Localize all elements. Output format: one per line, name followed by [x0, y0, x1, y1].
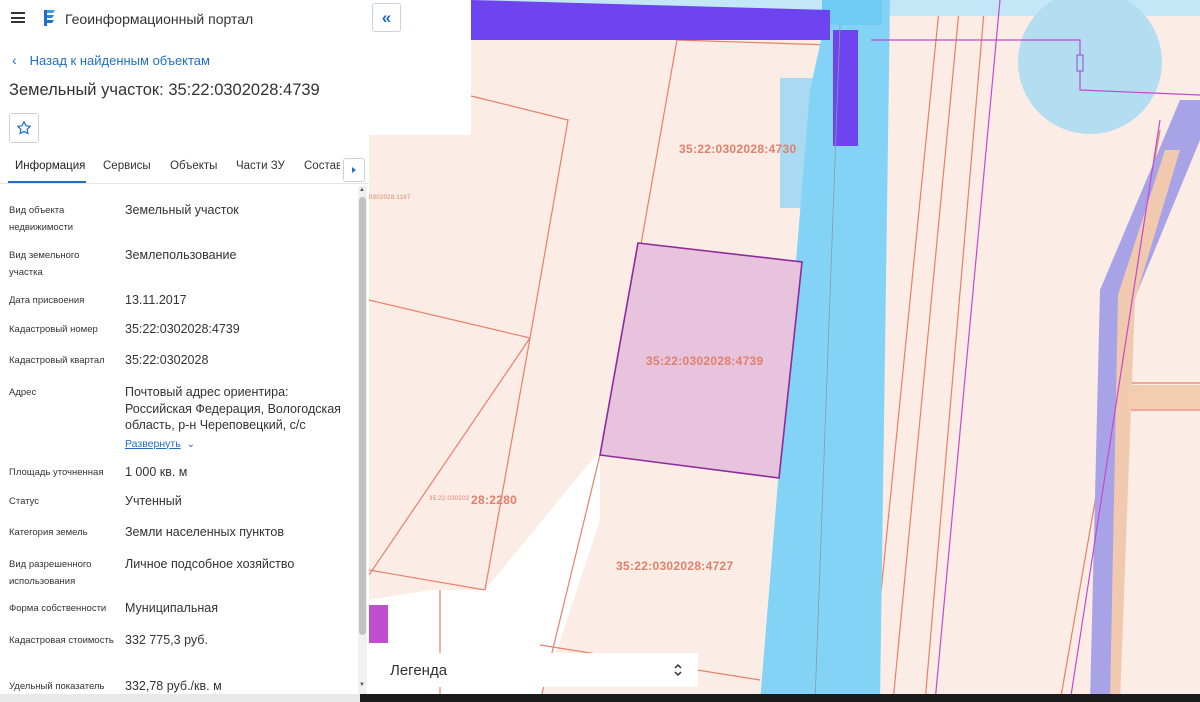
tab-information[interactable]: Информация	[15, 160, 85, 172]
property-label: Вид разрешенного использования	[9, 559, 92, 587]
property-value: Земельный участок	[125, 203, 239, 217]
tab-services[interactable]: Сервисы	[103, 160, 151, 172]
object-info-panel: Геоинформационный портал ‹ Назад к найде…	[0, 0, 369, 702]
property-label: Дата присвоения	[9, 295, 85, 306]
property-value: 13.11.2017	[125, 293, 187, 307]
property-value: Землепользование	[125, 248, 237, 262]
parcel-label-1187-small: 0302028:1187	[369, 195, 411, 201]
hamburger-menu-icon[interactable]	[11, 12, 25, 23]
property-value: Личное подсобное хозяйство	[125, 557, 295, 571]
panel-header: Геоинформационный портал	[0, 0, 369, 36]
legend-label: Легенда	[390, 662, 448, 679]
property-value: 332 775,3 руб.	[125, 633, 208, 647]
property-value: Учтенный	[125, 494, 182, 508]
panel-scrollbar-thumb[interactable]	[359, 197, 366, 635]
legend-dropdown[interactable]: Легенда	[378, 653, 698, 687]
property-value: 332,78 руб./кв. м	[125, 679, 222, 693]
property-label: Кадастровая стоимость	[9, 635, 114, 646]
property-label: Форма собственности	[9, 603, 107, 614]
favorite-button[interactable]	[9, 113, 39, 143]
active-tab-indicator	[8, 181, 86, 183]
property-value: 35:22:0302028:4739	[125, 322, 240, 336]
property-label: Вид земельного участка	[9, 250, 80, 278]
property-label: Адрес	[9, 387, 37, 398]
parcel-label-4739: 35:22:0302028:4739	[646, 354, 764, 368]
tabs-bar: Информация Сервисы Объекты Части ЗУ Сост…	[0, 152, 369, 184]
tab-objects[interactable]: Объекты	[170, 160, 217, 172]
expand-address-link[interactable]: Развернуть	[125, 436, 181, 453]
tabs-scroll-right-button[interactable]	[343, 158, 365, 182]
double-chevron-left-icon: «	[381, 7, 392, 27]
bottom-taskbar-strip	[0, 694, 1200, 702]
property-value: 1 000 кв. м	[125, 465, 188, 479]
scroll-up-arrow-icon[interactable]: ▲	[359, 187, 365, 193]
parcel-label-4727: 35:22:0302028:4727	[616, 559, 734, 573]
property-label: Статус	[9, 496, 40, 507]
property-label: Кадастровый номер	[9, 324, 98, 335]
portal-title: Геоинформационный портал	[65, 11, 254, 27]
parcel-label-2280-small: 35:22:030202	[429, 496, 470, 502]
property-value: Муниципальная	[125, 601, 218, 615]
tab-parts[interactable]: Части ЗУ	[236, 160, 285, 172]
caret-right-icon	[352, 167, 356, 173]
property-label: Площадь уточненная	[9, 467, 104, 478]
collapse-panel-button[interactable]: «	[372, 3, 401, 32]
parcel-label-4730: 35:22:0302028:4730	[679, 142, 797, 156]
chevron-left-icon: ‹	[12, 52, 17, 68]
object-title: Земельный участок: 35:22:0302028:4739	[9, 81, 320, 99]
chevron-down-icon[interactable]: ⌄	[187, 439, 195, 450]
up-down-chevron-icon	[674, 663, 682, 677]
properties-list: Вид объекта недвижимости Земельный участ…	[0, 194, 358, 694]
property-label: Удельный показатель	[9, 681, 105, 692]
property-value: Почтовый адрес ориентира: Российская Фед…	[125, 385, 341, 432]
back-to-results-link[interactable]: ‹ Назад к найденным объектам	[12, 52, 210, 68]
portal-logo-icon	[44, 10, 55, 26]
star-icon	[17, 121, 31, 135]
property-label: Вид объекта недвижимости	[9, 205, 74, 233]
parcel-label-2280: 28:2280	[471, 493, 518, 507]
property-label: Категория земель	[9, 527, 88, 538]
tab-composition[interactable]: Состав	[304, 160, 340, 172]
property-label: Кадастровый квартал	[9, 355, 105, 366]
property-value: Земли населенных пунктов	[125, 525, 284, 539]
scroll-down-arrow-icon[interactable]: ▼	[359, 682, 365, 688]
property-value: 35:22:0302028	[125, 353, 209, 367]
back-link-label: Назад к найденным объектам	[29, 52, 210, 68]
